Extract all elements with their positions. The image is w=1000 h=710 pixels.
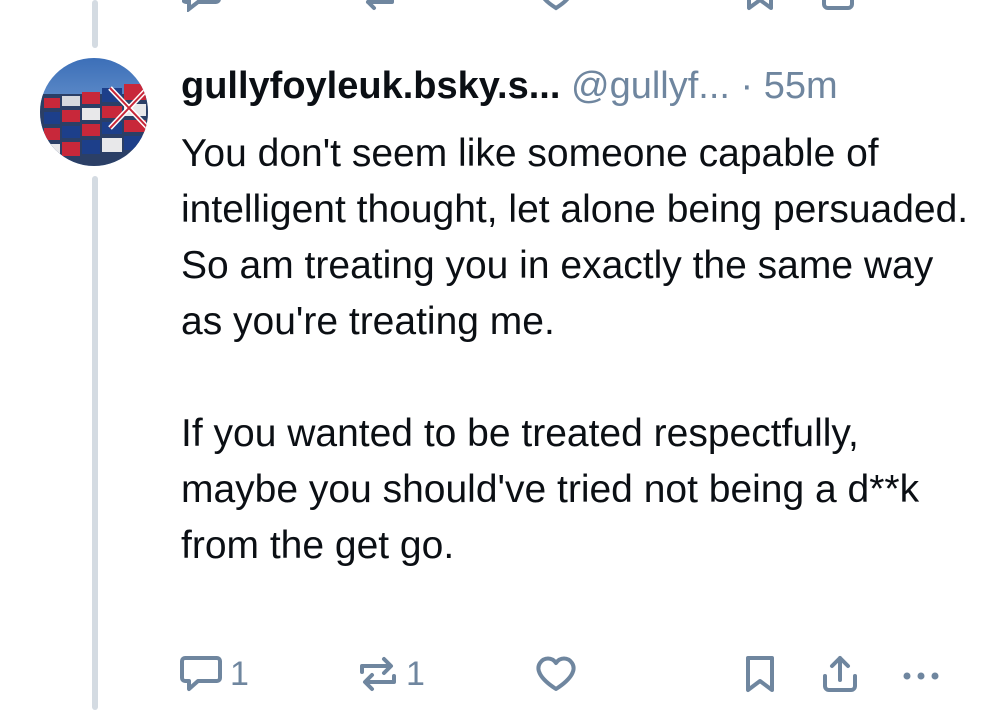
post-paragraph-1: You don't seem like someone capable of i… [181,132,969,343]
like-icon[interactable] [536,0,576,17]
more-button[interactable] [898,654,944,694]
post-actions: 1 1 [180,654,960,700]
post-paragraph-2: If you wanted to be treated respectfully… [181,412,920,567]
handle[interactable]: @gullyf... [571,65,730,107]
thread-line-top [92,0,98,48]
reply-count: 1 [230,654,249,693]
post-text: You don't seem like someone capable of i… [181,126,981,574]
repost-count: 1 [406,654,425,693]
previous-post-actions [180,0,880,14]
like-button[interactable] [534,654,578,694]
repost-button[interactable]: 1 [356,654,425,694]
reply-icon[interactable] [181,0,222,17]
thread-line-bottom [92,176,98,710]
separator-dot: · [740,65,754,107]
like-icon [534,654,578,694]
repost-icon [356,654,400,694]
avatar[interactable] [40,58,148,166]
bookmark-icon[interactable] [743,0,777,17]
share-icon[interactable] [820,0,856,17]
reply-icon [180,654,224,694]
share-icon [820,654,860,694]
display-name[interactable]: gullyfoyleuk.bsky.s... [181,65,560,107]
timestamp[interactable]: 55m [764,65,838,107]
post-header: gullyfoyleuk.bsky.s... @gullyf... · 55m [181,62,838,110]
bookmark-icon [742,654,778,694]
bookmark-button[interactable] [742,654,778,694]
share-button[interactable] [820,654,860,694]
more-icon [898,654,944,694]
repost-icon[interactable] [358,0,398,17]
reply-button[interactable]: 1 [180,654,249,694]
avatar-image [40,58,148,166]
